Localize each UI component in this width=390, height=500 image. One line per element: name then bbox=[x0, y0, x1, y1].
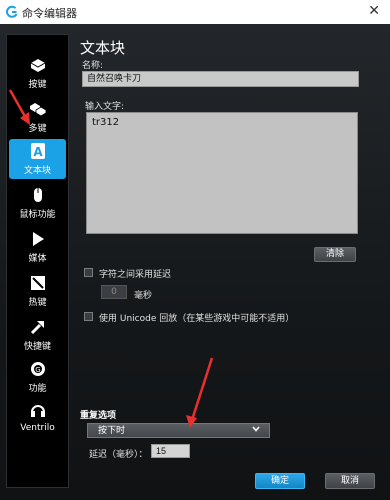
annotation-arrow-sidebar bbox=[8, 89, 30, 125]
annotation-arrow-dropdown bbox=[186, 357, 214, 428]
annotation-arrows bbox=[8, 89, 214, 428]
